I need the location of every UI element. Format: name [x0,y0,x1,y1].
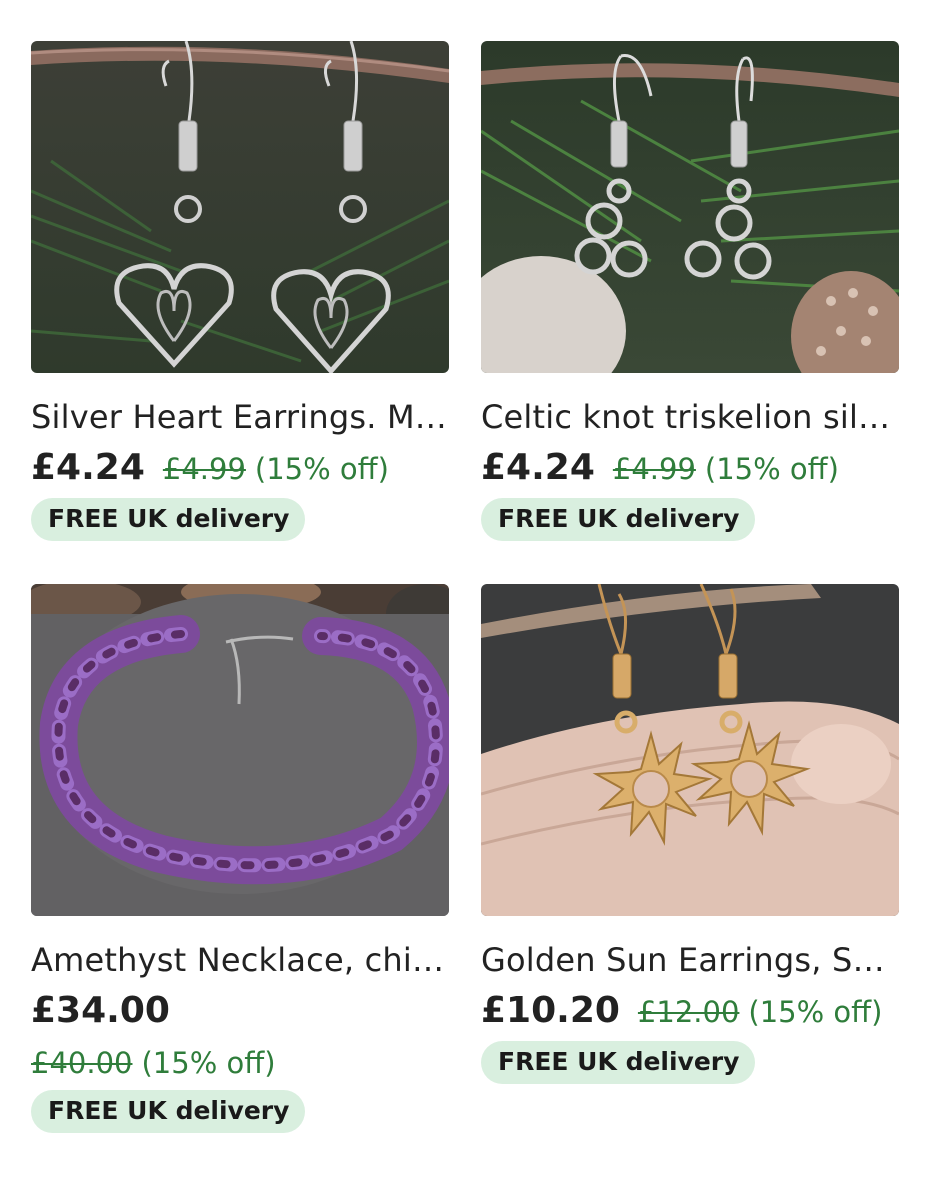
listing-card[interactable]: Golden Sun Earrings, So… £10.20 £12.00 (… [481,584,899,1084]
triskelion-earrings-photo [481,41,899,373]
price-row: £4.24 £4.99 (15% off) [31,445,449,492]
original-price: £40.00 [31,1046,133,1080]
product-image[interactable] [481,584,899,916]
product-image[interactable] [31,41,449,373]
product-image[interactable] [481,41,899,373]
listing-grid: Silver Heart Earrings. M… £4.24 £4.99 (1… [0,0,930,1200]
listing-title[interactable]: Golden Sun Earrings, So… [481,940,899,980]
discount-label: (15% off) [748,995,883,1029]
original-price: £4.99 [612,452,696,486]
listing-card[interactable]: Amethyst Necklace, chi… £34.00 £40.00 (1… [31,584,449,1133]
listing-card[interactable]: Celtic knot triskelion silv… £4.24 £4.99… [481,41,899,541]
product-image[interactable] [31,584,449,916]
discount-label: (15% off) [141,1046,276,1080]
amethyst-necklace-photo [31,584,449,916]
discount-label: (15% off) [254,452,389,486]
sale-price: £10.20 [481,990,620,1031]
price-row: £4.24 £4.99 (15% off) [481,445,899,492]
price-row: £10.20 £12.00 (15% off) [481,988,899,1035]
sale-price: £4.24 [31,447,145,488]
original-price: £12.00 [637,995,740,1029]
sale-price: £4.24 [481,447,595,488]
listing-title[interactable]: Amethyst Necklace, chi… [31,940,449,980]
listing-card[interactable]: Silver Heart Earrings. M… £4.24 £4.99 (1… [31,41,449,541]
free-delivery-badge: FREE UK delivery [31,498,306,541]
price-row: £34.00 [31,988,449,1034]
free-delivery-badge: FREE UK delivery [481,1041,756,1084]
original-price: £4.99 [162,452,246,486]
listing-title[interactable]: Silver Heart Earrings. M… [31,397,449,437]
sale-price: £34.00 [31,990,170,1031]
price-row-secondary: £40.00 (15% off) [31,1042,449,1084]
discount-label: (15% off) [704,452,839,486]
free-delivery-badge: FREE UK delivery [31,1090,306,1133]
heart-earrings-photo [31,41,449,373]
sun-earrings-photo [481,584,899,916]
listing-title[interactable]: Celtic knot triskelion silv… [481,397,899,437]
free-delivery-badge: FREE UK delivery [481,498,756,541]
